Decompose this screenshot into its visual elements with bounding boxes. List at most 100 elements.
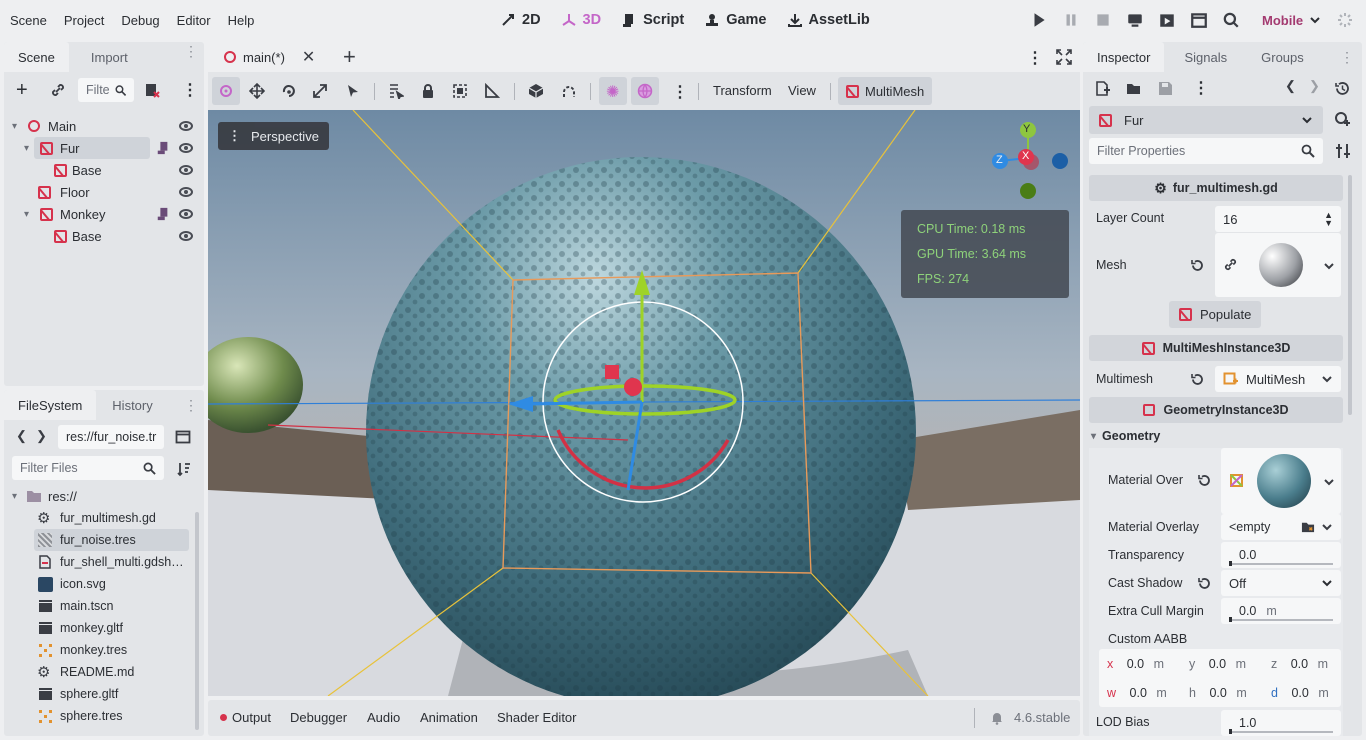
workspace-game[interactable]: Game (704, 12, 767, 28)
scene-tab-main[interactable]: main(*) ✕ (208, 42, 336, 72)
file-item[interactable]: monkey.gltf (4, 617, 204, 639)
renderer-select[interactable]: Mobile (1262, 0, 1321, 40)
tab-shader-editor[interactable]: Shader Editor (497, 710, 577, 725)
add-tab-icon[interactable]: + (343, 44, 356, 70)
visibility-eye-icon[interactable] (179, 143, 193, 153)
workspace-2d[interactable]: 2D (500, 12, 541, 28)
tree-node-base[interactable]: Base (4, 159, 204, 181)
tree-node-main[interactable]: ▾ Main (4, 115, 204, 137)
revert-icon[interactable] (1190, 258, 1205, 273)
workspace-script[interactable]: Script (621, 12, 684, 28)
file-item[interactable]: ⚙ fur_multimesh.gd (4, 507, 204, 529)
ruler-icon[interactable] (484, 83, 500, 99)
tab-output[interactable]: Output (232, 710, 271, 725)
aabb-field-z[interactable]: z 0.0 m (1271, 657, 1328, 671)
tab-audio[interactable]: Audio (367, 710, 400, 725)
scene-filter-input[interactable]: Filte (78, 78, 134, 102)
pause-icon[interactable] (1062, 11, 1080, 29)
multimesh-resource-picker[interactable]: MultiMesh (1215, 366, 1341, 392)
file-item[interactable]: icon.svg (4, 573, 204, 595)
dock-menu-icon[interactable]: ⋮ (184, 44, 198, 58)
collapse-arrow-icon[interactable]: ▾ (24, 209, 29, 220)
lock-icon[interactable] (420, 83, 436, 99)
pointer-icon[interactable] (345, 83, 361, 99)
viewport-more-icon[interactable]: ⋮ (672, 82, 688, 102)
perspective-menu[interactable]: ⋮ Perspective (218, 122, 329, 150)
file-item[interactable]: ⚙ README.md (4, 661, 204, 683)
script-icon[interactable] (156, 141, 170, 155)
aabb-field-h[interactable]: h 0.0 m (1189, 686, 1247, 700)
files-scrollbar[interactable] (195, 512, 199, 730)
tab-filesystem[interactable]: FileSystem (4, 390, 97, 420)
extra-cull-margin-slider[interactable]: 0.0 m (1221, 598, 1341, 624)
tab-signals[interactable]: Signals (1164, 42, 1241, 72)
list-select-icon[interactable] (388, 83, 404, 99)
mesh-resource-picker[interactable] (1215, 233, 1341, 297)
files-filter-input[interactable]: Filter Files (12, 456, 164, 480)
node-selector[interactable]: Fur (1089, 106, 1323, 134)
history-back-icon[interactable]: ❮ (1285, 78, 1296, 94)
visibility-eye-icon[interactable] (179, 187, 193, 197)
collapse-arrow-icon[interactable]: ▾ (12, 121, 17, 132)
aabb-field-x[interactable]: x 0.0 m (1107, 657, 1164, 671)
group-icon[interactable] (452, 83, 468, 99)
workspace-assetlib[interactable]: AssetLib (787, 12, 870, 28)
tab-groups[interactable]: Groups (1241, 42, 1318, 72)
file-item[interactable]: fur_shell_multi.gdsh… (4, 551, 204, 573)
transparency-slider[interactable]: 0.0 (1221, 542, 1341, 568)
revert-icon[interactable] (1197, 576, 1212, 591)
close-icon[interactable]: ✕ (302, 47, 315, 67)
fullscreen-icon[interactable] (1056, 49, 1072, 65)
view-gizmo[interactable]: Y Z X (988, 122, 1068, 202)
visibility-eye-icon[interactable] (179, 165, 193, 175)
collapse-arrow-icon[interactable]: ▾ (24, 143, 29, 154)
tree-node-base[interactable]: Base (4, 225, 204, 247)
back-arrow-icon[interactable]: ❮ (16, 428, 27, 444)
snap-icon[interactable] (561, 83, 577, 99)
scene-more-icon[interactable]: ⋮ (182, 80, 198, 100)
tab-import[interactable]: Import (69, 42, 142, 72)
menu-editor[interactable]: Editor (177, 13, 211, 28)
path-field[interactable]: res://fur_noise.tr (58, 425, 164, 449)
split-view-icon[interactable] (175, 429, 191, 445)
file-item[interactable]: main.tscn (4, 595, 204, 617)
scale-icon[interactable] (312, 83, 328, 99)
menu-project[interactable]: Project (64, 13, 104, 28)
tab-debugger[interactable]: Debugger (290, 710, 347, 725)
file-item[interactable]: fur_noise.tres (4, 529, 204, 551)
script-section-header[interactable]: ⚙ fur_multimesh.gd (1089, 175, 1343, 201)
remote-debug-icon[interactable] (1126, 11, 1144, 29)
move-icon[interactable] (249, 83, 265, 99)
instance-remove-icon[interactable] (144, 82, 160, 98)
revert-icon[interactable] (1190, 372, 1205, 387)
tree-node-floor[interactable]: Floor (4, 181, 204, 203)
layer-count-spinbox[interactable]: 16 ▲ ▼ (1215, 206, 1341, 232)
history-icon[interactable] (1335, 81, 1350, 96)
notification-bell-icon[interactable] (990, 711, 1004, 725)
populate-button[interactable]: Populate (1169, 301, 1262, 328)
cast-shadow-select[interactable]: Off (1221, 570, 1341, 596)
play-scene-icon[interactable] (1158, 11, 1176, 29)
aabb-field-y[interactable]: y 0.0 m (1189, 657, 1246, 671)
menu-scene[interactable]: Scene (10, 13, 47, 28)
tab-inspector[interactable]: Inspector (1083, 42, 1165, 72)
aabb-field-d[interactable]: d 0.0 m (1271, 686, 1329, 700)
aabb-field-w[interactable]: w 0.0 m (1107, 686, 1167, 700)
dock-menu-icon[interactable]: ⋮ (1340, 49, 1354, 66)
spin-arrows-icon[interactable]: ▲ ▼ (1324, 211, 1333, 228)
open-folder-icon[interactable] (1126, 81, 1141, 96)
history-forward-icon[interactable]: ❯ (1309, 78, 1320, 94)
workspace-3d[interactable]: 3D (561, 12, 601, 28)
script-icon[interactable] (156, 207, 170, 221)
mmi-section-header[interactable]: MultiMeshInstance3D (1089, 335, 1343, 361)
play-icon[interactable] (1030, 11, 1048, 29)
gi-section-header[interactable]: GeometryInstance3D (1089, 397, 1343, 423)
lod-bias-slider[interactable]: 1.0 (1221, 710, 1341, 736)
dock-menu-icon[interactable]: ⋮ (184, 397, 198, 414)
chevron-down-icon[interactable] (1323, 476, 1335, 488)
geometry-group-header[interactable]: ▾ Geometry (1091, 429, 1160, 443)
view-menu[interactable]: View (788, 83, 816, 98)
tab-history[interactable]: History (96, 390, 166, 420)
menu-help[interactable]: Help (228, 13, 255, 28)
play-custom-scene-icon[interactable] (1190, 11, 1208, 29)
